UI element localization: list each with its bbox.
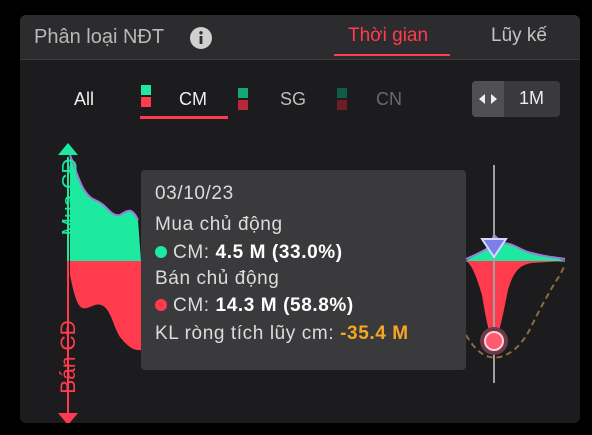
filter-cn[interactable]: CN [376,89,402,110]
panel-title: Phân loại NĐT [34,26,165,48]
tab-cumulative[interactable]: Lũy kế [491,25,547,47]
tooltip-net-row: KL ròng tích lũy cm: -35.4 M [155,323,409,345]
tooltip-sell-series: CM: [173,295,210,316]
sg-buy-swatch [238,88,248,98]
sg-sell-swatch [238,100,248,110]
tooltip-buy-row: CM: 4.5 M (33.0%) [155,242,343,264]
tooltip-buy-series: CM: [173,242,210,263]
cn-buy-swatch [337,88,347,98]
tooltip-buy-title: Mua chủ động [155,214,283,235]
chart-tooltip: 03/10/23 Mua chủ động CM: 4.5 M (33.0%) … [141,170,466,370]
range-selector[interactable]: 1M [472,81,560,117]
active-tab-indicator [334,54,450,56]
cm-sell-swatch [141,97,151,107]
cm-buy-swatch [141,85,151,95]
tooltip-sell-row: CM: 14.3 M (58.8%) [155,295,354,317]
tooltip-net-value: -35.4 M [340,323,409,344]
down-arrow-icon [58,413,78,423]
up-arrow-icon [58,143,78,155]
info-icon[interactable] [190,27,212,49]
tooltip-net-label: KL ròng tích lũy cm: [155,323,335,344]
buy-dot-icon [155,246,167,258]
cn-sell-swatch [337,100,347,110]
filter-cm[interactable]: CM [179,89,207,110]
tooltip-sell-title: Bán chủ động [155,268,280,289]
axis-buy-label: Mua CĐ [58,158,82,236]
tooltip-buy-value: 4.5 M (33.0%) [215,242,343,263]
tooltip-sell-value: 14.3 M (58.8%) [215,295,354,316]
range-label: 1M [519,88,545,108]
filter-sg[interactable]: SG [280,89,306,110]
tab-time[interactable]: Thời gian [348,25,428,47]
filter-all[interactable]: All [74,89,94,110]
panel-header: Phân loại NĐT Thời gian Lũy kế [20,15,580,60]
axis-sell-label: Bán CĐ [56,320,80,394]
sell-area-right [466,261,565,340]
sell-dot-icon [155,299,167,311]
sell-marker [484,331,504,351]
tooltip-date: 03/10/23 [155,183,234,204]
filter-cm-indicator [140,116,228,119]
left-right-arrows-icon[interactable] [472,81,504,117]
investor-classification-panel: Phân loại NĐT Thời gian Lũy kế All CM SG… [20,15,580,423]
